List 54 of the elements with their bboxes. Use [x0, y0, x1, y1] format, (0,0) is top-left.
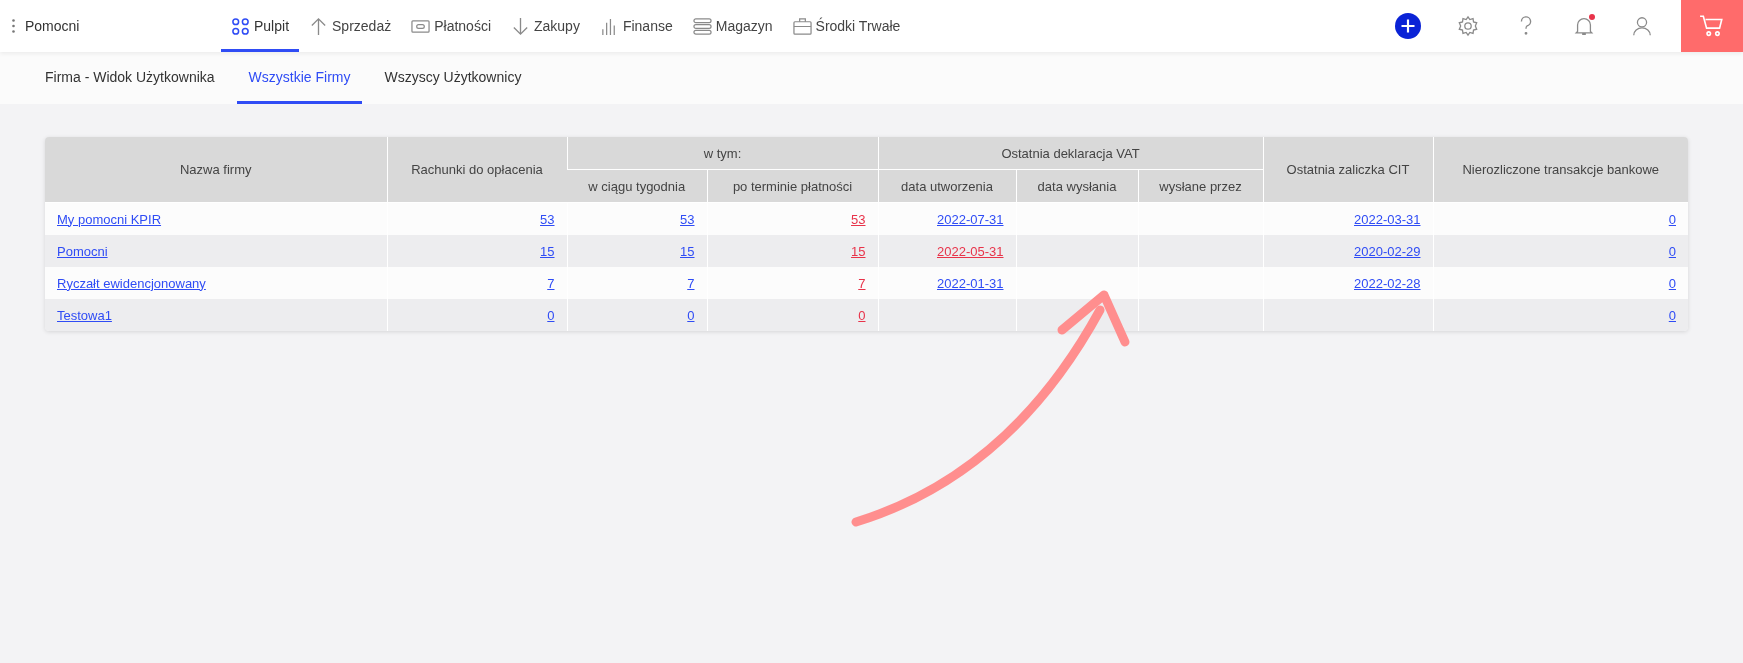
company-link[interactable]: Testowa1: [57, 307, 112, 323]
user-icon[interactable]: [1631, 15, 1653, 37]
cell-link[interactable]: 0: [1668, 275, 1676, 291]
column-group-header: w tym:: [567, 137, 878, 170]
grid-dots-icon: [231, 16, 250, 36]
company-link[interactable]: My pomocni KPIR: [57, 211, 162, 227]
company-name: Pomocni: [25, 18, 81, 34]
column-header: Ostatnia zaliczka CIT: [1263, 137, 1433, 203]
cell-link[interactable]: 2020-02-29: [1354, 243, 1421, 259]
column-header: wysłane przez: [1138, 169, 1263, 203]
cell-link[interactable]: 0: [858, 307, 866, 323]
sub-tab[interactable]: Wszystkie Firmy: [236, 52, 363, 104]
cell-link[interactable]: 53: [540, 211, 555, 227]
nav-tab[interactable]: Środki Trwałe: [782, 0, 911, 52]
cart-icon: [1699, 13, 1725, 39]
cell-link[interactable]: 0: [1668, 307, 1676, 323]
add-button[interactable]: [1395, 13, 1421, 39]
company-link[interactable]: Pomocni: [57, 243, 108, 259]
nav-tab[interactable]: Magazyn: [682, 0, 783, 52]
arrow-down-icon: [511, 16, 530, 36]
column-header: po terminie płatności: [707, 169, 878, 203]
cell-link[interactable]: 2022-02-28: [1354, 275, 1421, 291]
cell-link[interactable]: 53: [680, 211, 695, 227]
cell-link[interactable]: 2022-03-31: [1354, 211, 1421, 227]
cell-link[interactable]: 0: [547, 307, 555, 323]
stack-icon: [692, 16, 712, 36]
column-header: Rachunki do opłacenia: [387, 137, 567, 203]
column-header: Nierozliczone transakcje bankowe: [1433, 137, 1688, 203]
cell-link[interactable]: 53: [851, 211, 866, 227]
sub-tab[interactable]: Wszyscy Użytkownicy: [372, 52, 534, 104]
cell-link[interactable]: 0: [1668, 243, 1676, 259]
cell-link[interactable]: 15: [540, 243, 555, 259]
column-header: data wysłania: [1016, 169, 1138, 203]
kebab-menu-icon[interactable]: [12, 19, 15, 33]
cell-link[interactable]: 7: [547, 275, 555, 291]
column-header: w ciągu tygodnia: [567, 169, 707, 203]
briefcase-icon: [792, 16, 812, 36]
settings-icon[interactable]: [1457, 15, 1479, 37]
cell-link[interactable]: 15: [851, 243, 866, 259]
column-header: Nazwa firmy: [45, 137, 387, 203]
sub-tab[interactable]: Firma - Widok Użytkownika: [33, 52, 227, 104]
nav-tab[interactable]: Finanse: [589, 0, 683, 52]
cell-link[interactable]: 0: [687, 307, 695, 323]
notifications-icon[interactable]: [1573, 15, 1595, 37]
nav-tab[interactable]: Sprzedaż: [299, 0, 402, 52]
column-header: data utworzenia: [878, 169, 1016, 203]
cell-link[interactable]: 0: [1668, 211, 1676, 227]
cell-link[interactable]: 7: [858, 275, 866, 291]
cell-link[interactable]: 15: [680, 243, 695, 259]
column-group-header: Ostatnia deklaracja VAT: [878, 137, 1263, 170]
cart-button[interactable]: [1681, 0, 1743, 52]
nav-tab[interactable]: Zakupy: [501, 0, 590, 52]
nav-tab[interactable]: Płatności: [401, 0, 501, 52]
cell-link[interactable]: 7: [687, 275, 695, 291]
